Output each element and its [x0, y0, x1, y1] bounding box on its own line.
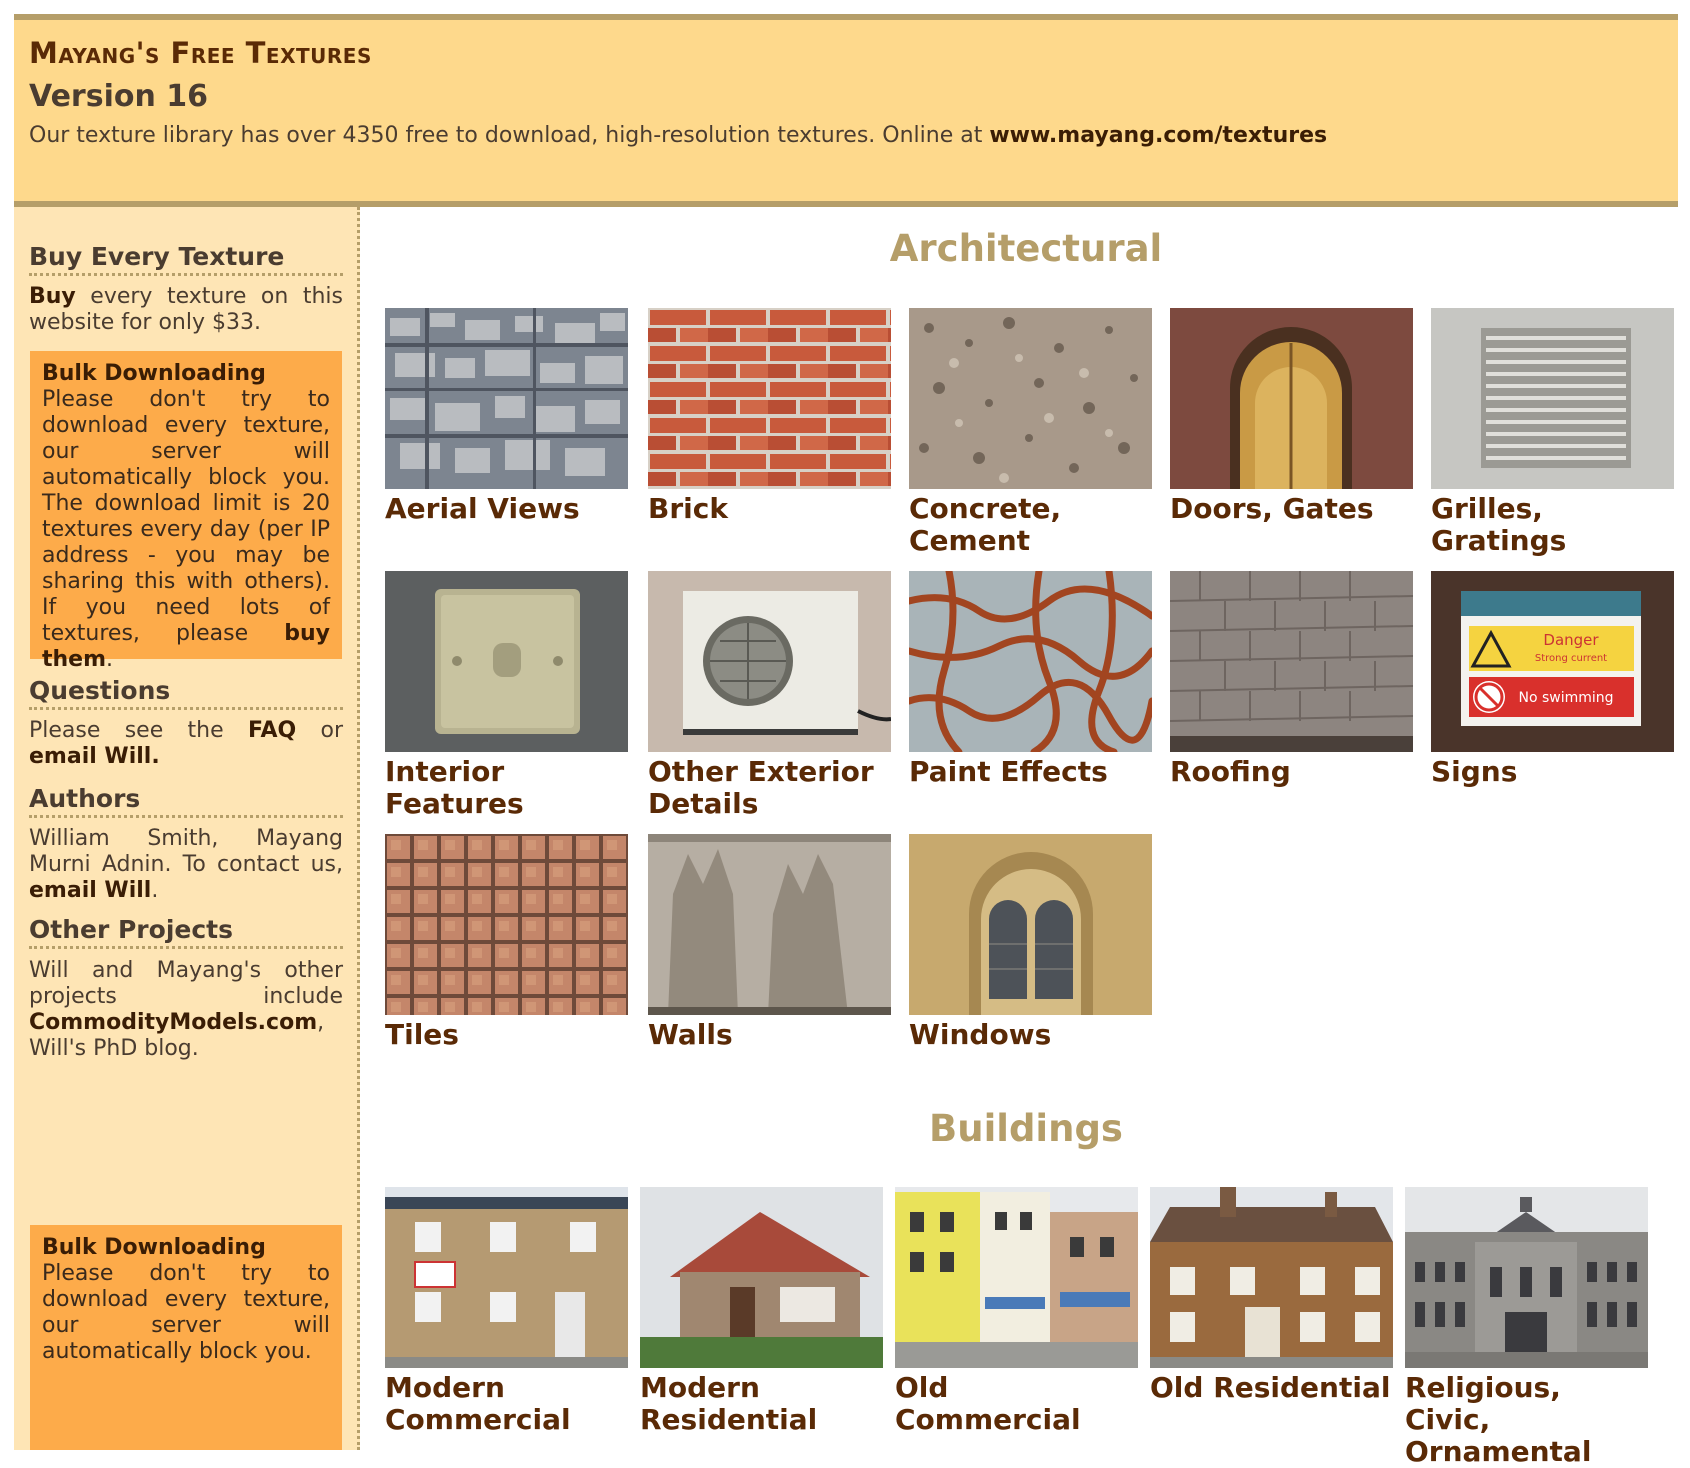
authors-end: . — [151, 878, 159, 903]
tile-paint-effects[interactable]: Paint Effects — [909, 571, 1152, 788]
bulk-download-notice: Bulk Downloading Please don't try to down… — [30, 351, 342, 672]
old-commercial-icon — [895, 1187, 1138, 1368]
other-projects-body: Will and Mayang's other projects include — [29, 958, 343, 1009]
tile-signs[interactable]: Danger Strong current No swimming Signs — [1431, 571, 1674, 788]
tile-concrete-cement[interactable]: Concrete, Cement — [909, 308, 1152, 557]
tile-label: Concrete, Cement — [909, 492, 1062, 557]
tile-old-commercial[interactable]: Old Commercial — [895, 1187, 1138, 1436]
authors-text: William Smith, Mayang Murni Adnin. To co… — [29, 826, 343, 904]
tile-grilles-gratings[interactable]: Grilles, Gratings — [1431, 308, 1674, 557]
tile-label: Aerial Views — [385, 492, 580, 525]
aerial-views-icon — [385, 308, 628, 489]
tile-label: Other Exterior Details — [648, 755, 874, 820]
grille-icon — [1431, 308, 1674, 489]
door-icon — [1170, 308, 1413, 489]
section-title-architectural: Architectural — [889, 227, 1163, 270]
section-title-buildings: Buildings — [929, 1107, 1123, 1150]
sidebar: Buy Every Texture Buy every texture on t… — [14, 207, 360, 1450]
sign-strong-current-text: Strong current — [1535, 653, 1607, 664]
sign-icon: Danger Strong current No swimming — [1431, 571, 1674, 752]
tile-label: Modern Residential — [640, 1371, 818, 1436]
buy-text-body: every texture on this website for only $… — [29, 284, 343, 335]
tile-modern-residential[interactable]: Modern Residential — [640, 1187, 883, 1436]
tile-label: Signs — [1431, 755, 1518, 788]
buy-link[interactable]: Buy — [29, 284, 76, 309]
email-will-link[interactable]: email Will. — [29, 744, 160, 769]
bulk-download-text-2: Please don't try to download every textu… — [42, 1261, 330, 1364]
buy-text: Buy every texture on this website for on… — [29, 284, 343, 336]
modern-commercial-icon — [385, 1187, 628, 1368]
tile-walls[interactable]: Walls — [648, 834, 891, 1051]
tile-label: Old Residential — [1150, 1371, 1391, 1404]
tile-religious-civic-ornamental[interactable]: Religious, Civic, Ornamental — [1405, 1187, 1648, 1468]
aircon-icon — [648, 571, 891, 752]
site-url-link[interactable]: www.mayang.com/textures — [989, 123, 1327, 148]
tile-label: Interior Features — [385, 755, 524, 820]
buy-heading: Buy Every Texture — [29, 242, 343, 276]
tile-label: Old Commercial — [895, 1371, 1081, 1436]
questions-pre: Please see the — [29, 718, 248, 743]
authors-heading: Authors — [29, 784, 343, 818]
bulk-download-notice-2: Bulk Downloading Please don't try to down… — [30, 1225, 342, 1450]
commodity-models-link[interactable]: CommodityModels.com — [29, 1010, 317, 1035]
concrete-icon — [909, 308, 1152, 489]
tile-doors-gates[interactable]: Doors, Gates — [1170, 308, 1413, 525]
tile-label: Walls — [648, 1018, 733, 1051]
switch-icon — [385, 571, 628, 752]
tile-interior-features[interactable]: Interior Features — [385, 571, 628, 820]
sign-danger-text: Danger — [1543, 631, 1599, 649]
other-projects-text: Will and Mayang's other projects include… — [29, 958, 343, 1062]
questions-heading: Questions — [29, 676, 343, 710]
site-title: Mayang's Free Textures — [29, 36, 372, 70]
site-description: Our texture library has over 4350 free t… — [29, 123, 1327, 148]
window-icon — [909, 834, 1152, 1015]
questions-mid: or — [296, 718, 343, 743]
site-header: Mayang's Free Textures Version 16 Our te… — [14, 14, 1678, 207]
tile-tiles[interactable]: Tiles — [385, 834, 628, 1051]
tile-modern-commercial[interactable]: Modern Commercial — [385, 1187, 628, 1436]
old-residential-icon — [1150, 1187, 1393, 1368]
tile-label: Modern Commercial — [385, 1371, 571, 1436]
authors-email-link[interactable]: email Will — [29, 878, 151, 903]
tile-label: Religious, Civic, Ornamental — [1405, 1371, 1592, 1468]
site-description-text: Our texture library has over 4350 free t… — [29, 123, 990, 148]
sign-no-swimming-text: No swimming — [1518, 690, 1613, 706]
bulk-download-title-2: Bulk Downloading — [42, 1235, 266, 1260]
site-version: Version 16 — [29, 79, 209, 114]
tile-old-residential[interactable]: Old Residential — [1150, 1187, 1393, 1404]
paint-icon — [909, 571, 1152, 752]
bulk-download-text: Please don't try to download every textu… — [42, 387, 330, 646]
tile-label: Roofing — [1170, 755, 1291, 788]
tile-label: Doors, Gates — [1170, 492, 1374, 525]
civic-icon — [1405, 1187, 1648, 1368]
wall-icon — [648, 834, 891, 1015]
tile-other-exterior-details[interactable]: Other Exterior Details — [648, 571, 891, 820]
tile-label: Tiles — [385, 1018, 459, 1051]
tile-aerial-views[interactable]: Aerial Views — [385, 308, 628, 525]
tile-label: Brick — [648, 492, 728, 525]
faq-link[interactable]: FAQ — [248, 718, 296, 743]
brick-icon — [648, 308, 891, 489]
bulk-download-title: Bulk Downloading — [42, 361, 266, 386]
roof-icon — [1170, 571, 1413, 752]
bulk-download-end: . — [106, 647, 114, 672]
tiles-icon — [385, 834, 628, 1015]
tile-brick[interactable]: Brick — [648, 308, 891, 525]
tile-windows[interactable]: Windows — [909, 834, 1152, 1051]
tile-roofing[interactable]: Roofing — [1170, 571, 1413, 788]
other-projects-heading: Other Projects — [29, 915, 343, 949]
tile-label: Grilles, Gratings — [1431, 492, 1567, 557]
modern-residential-icon — [640, 1187, 883, 1368]
questions-text: Please see the FAQ or email Will. — [29, 718, 343, 770]
authors-body: William Smith, Mayang Murni Adnin. To co… — [29, 826, 343, 877]
tile-label: Windows — [909, 1018, 1052, 1051]
tile-label: Paint Effects — [909, 755, 1108, 788]
